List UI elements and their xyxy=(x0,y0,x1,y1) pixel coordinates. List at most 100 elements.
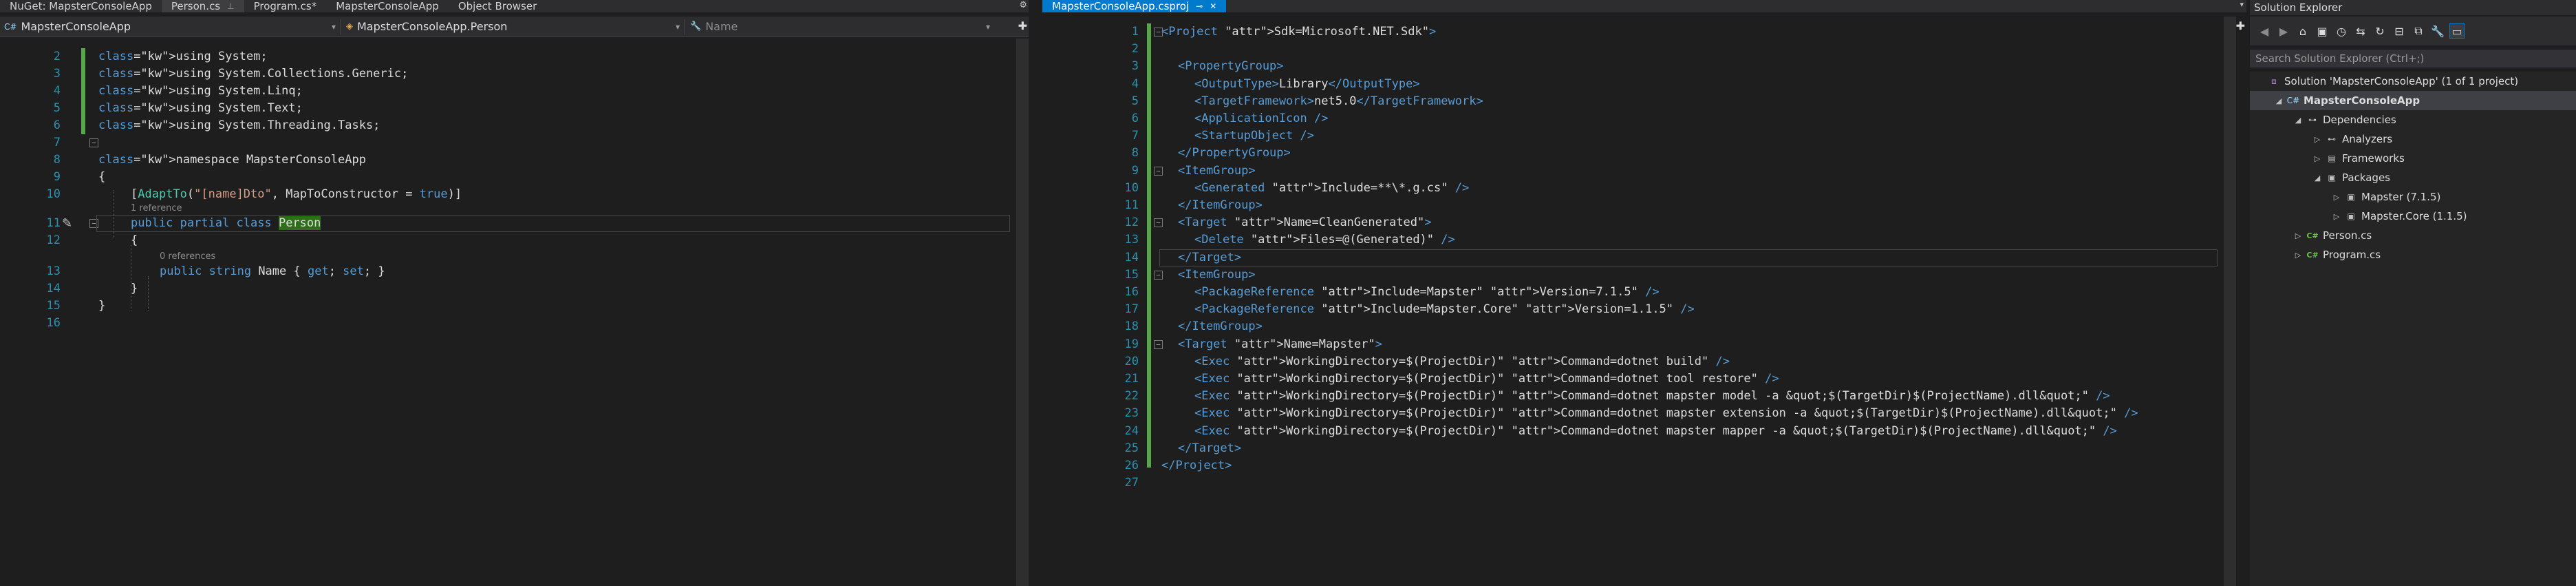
show-all-files-icon[interactable]: ⧉ xyxy=(2411,23,2426,39)
code-line[interactable]: 12 <Target "attr">Name=CleanGenerated"> xyxy=(1042,214,2220,231)
type-dropdown[interactable]: ◈ MapsterConsoleApp.Person ▾ xyxy=(341,19,685,34)
tab-person-cs[interactable]: Person.cs ⊥ xyxy=(161,0,244,12)
collapsed-arrow-icon[interactable]: ▷ xyxy=(2293,251,2304,260)
code-line[interactable]: 3 <PropertyGroup> xyxy=(1042,58,2220,75)
code-line[interactable]: 20 <Exec "attr">WorkingDirectory=$(Projec… xyxy=(1042,353,2220,370)
close-icon[interactable]: ✕ xyxy=(1210,1,1216,11)
code-line[interactable]: 2 class="kw">using System; xyxy=(0,48,1011,65)
code-line[interactable]: 9{ xyxy=(0,169,1011,186)
solution-explorer-search-input[interactable]: Search Solution Explorer (Ctrl+;) xyxy=(2250,50,2576,67)
code-line[interactable]: 5 class="kw">using System.Text; xyxy=(0,100,1011,117)
quick-actions-icon[interactable]: ✎ xyxy=(62,216,72,231)
csproj-editor-scrollbar[interactable] xyxy=(2224,17,2236,586)
tree-item[interactable]: ▷ C# Person.cs xyxy=(2293,226,2372,245)
tree-item[interactable]: ▷ ▣ Mapster (7.1.5) xyxy=(2331,187,2441,207)
tab-csproj[interactable]: MapsterConsoleApp.csproj ⊸ ✕ xyxy=(1042,0,1227,12)
code-line[interactable]: 1 <Project "attr">Sdk=Microsoft.NET.Sdk"> xyxy=(1042,23,2220,41)
code-line[interactable]: 3 class="kw">using System.Collections.Gen… xyxy=(0,65,1011,83)
code-line[interactable]: 11 </ItemGroup> xyxy=(1042,197,2220,214)
code-line[interactable]: 8 class="kw">namespace MapsterConsoleApp xyxy=(0,151,1011,169)
expanded-arrow-icon[interactable]: ◢ xyxy=(2293,116,2304,125)
code-line[interactable]: 16 xyxy=(0,315,1011,332)
code-line[interactable]: 24 <Exec "attr">WorkingDirectory=$(Projec… xyxy=(1042,423,2220,440)
tree-item[interactable]: ◢ C# MapsterConsoleApp xyxy=(2250,91,2576,110)
code-line[interactable]: 10 [AdaptTo("[name]Dto", MapToConstructor… xyxy=(0,186,1011,203)
member-dropdown[interactable]: 🔧 Name ▾ xyxy=(685,19,994,34)
code-line[interactable]: 9 <ItemGroup> xyxy=(1042,163,2220,180)
expanded-arrow-icon[interactable]: ◢ xyxy=(2273,96,2284,105)
tree-item[interactable]: ▷ ⊷ Analyzers xyxy=(2312,129,2392,149)
code-line[interactable]: 15 <ItemGroup> xyxy=(1042,266,2220,284)
code-line[interactable]: 7 <StartupObject /> xyxy=(1042,127,2220,145)
tab-mapsterconsoleapp[interactable]: MapsterConsoleApp xyxy=(326,0,449,12)
properties-icon[interactable]: 🔧 xyxy=(2430,23,2445,39)
code-line[interactable]: 13 public string Name { get; set; } xyxy=(0,263,1011,280)
code-line[interactable]: 5 <TargetFramework>net5.0</TargetFramewor… xyxy=(1042,93,2220,110)
split-icon[interactable]: ✚ xyxy=(1018,19,1027,32)
tree-item[interactable]: ◢ ⊶ Dependencies xyxy=(2293,110,2396,129)
code-line[interactable]: 2 xyxy=(1042,41,2220,58)
references-codelens[interactable]: 1 reference xyxy=(131,203,182,213)
project-dropdown[interactable]: C# MapsterConsoleApp ▾ xyxy=(0,19,341,34)
code-line[interactable]: 22 <Exec "attr">WorkingDirectory=$(Projec… xyxy=(1042,388,2220,405)
collapse-icon[interactable]: − xyxy=(1154,28,1163,36)
code-line[interactable]: 6 <ApplicationIcon /> xyxy=(1042,110,2220,127)
dropdown-icon[interactable]: ▾ xyxy=(2240,0,2244,9)
csproj-code-editor[interactable]: 1 <Project "attr">Sdk=Microsoft.NET.Sdk">… xyxy=(1042,17,2220,586)
tree-item[interactable]: ▷ ▣ Mapster.Core (1.1.5) xyxy=(2331,207,2467,226)
expanded-arrow-icon[interactable]: ◢ xyxy=(2312,174,2323,182)
code-line[interactable]: 19 <Target "attr">Name=Mapster"> xyxy=(1042,336,2220,353)
home-icon[interactable]: ⌂ xyxy=(2295,23,2310,39)
collapse-icon[interactable]: − xyxy=(1154,218,1163,228)
tab-object-browser[interactable]: Object Browser xyxy=(449,0,546,12)
collapsed-arrow-icon[interactable]: ▷ xyxy=(2331,193,2342,202)
code-line[interactable]: 27 xyxy=(1042,474,2220,492)
tab-nuget[interactable]: NuGet: MapsterConsoleApp xyxy=(0,0,162,12)
collapsed-arrow-icon[interactable]: ▷ xyxy=(2312,135,2323,144)
code-line[interactable]: 14} xyxy=(0,280,1011,297)
collapse-icon[interactable]: − xyxy=(1154,339,1163,349)
code-line[interactable]: 8 </PropertyGroup> xyxy=(1042,145,2220,162)
cs-editor-scrollbar[interactable] xyxy=(1016,39,1029,586)
code-line[interactable]: 18 </ItemGroup> xyxy=(1042,318,2220,335)
tree-item[interactable]: ⧈ Solution 'MapsterConsoleApp' (1 of 1 pr… xyxy=(2254,72,2518,91)
collapsed-arrow-icon[interactable]: ▷ xyxy=(2312,154,2323,163)
collapse-all-icon[interactable]: ⊟ xyxy=(2392,23,2407,39)
collapsed-arrow-icon[interactable]: ▷ xyxy=(2331,212,2342,221)
code-line[interactable]: 10 <Generated "attr">Include=**\*.g.cs" /… xyxy=(1042,180,2220,197)
code-line[interactable]: 16 <PackageReference "attr">Include=Mapst… xyxy=(1042,284,2220,301)
tree-item[interactable]: ▷ C# Program.cs xyxy=(2293,245,2381,264)
code-line[interactable]: 6 class="kw">using System.Threading.Tasks… xyxy=(0,117,1011,134)
code-line[interactable]: 13 <Delete "attr">Files=@(Generated)" /> xyxy=(1042,231,2220,249)
switch-views-icon[interactable]: ▣ xyxy=(2315,23,2330,39)
gear-icon[interactable]: ⚙ xyxy=(1019,0,1027,10)
code-line[interactable]: 21 <Exec "attr">WorkingDirectory=$(Projec… xyxy=(1042,370,2220,388)
collapse-icon[interactable]: − xyxy=(89,138,98,147)
collapse-icon[interactable]: − xyxy=(1154,166,1163,176)
sync-icon[interactable]: ⇆ xyxy=(2353,23,2368,39)
preview-selected-icon[interactable]: ▭ xyxy=(2449,23,2465,39)
references-codelens[interactable]: 0 references xyxy=(160,251,215,262)
pending-changes-filter-icon[interactable]: ◷ xyxy=(2334,23,2349,39)
cs-code-editor[interactable]: 2 class="kw">using System; 3 class="kw">usi… xyxy=(0,39,1011,586)
forward-icon[interactable]: ▶ xyxy=(2276,23,2291,39)
split-icon[interactable]: ✚ xyxy=(2236,19,2245,32)
tree-item[interactable]: ◢ ▣ Packages xyxy=(2312,168,2390,187)
collapse-icon[interactable]: − xyxy=(1154,270,1163,280)
code-line[interactable]: 12 { xyxy=(0,232,1011,249)
tree-item[interactable]: ▷ ▤ Frameworks xyxy=(2312,149,2405,168)
code-line[interactable]: 4 <OutputType>Library</OutputType> xyxy=(1042,76,2220,93)
refresh-icon[interactable]: ↻ xyxy=(2372,23,2387,39)
tab-program-cs[interactable]: Program.cs* xyxy=(244,0,327,12)
code-line[interactable]: 23 <Exec "attr">WorkingDirectory=$(Projec… xyxy=(1042,405,2220,422)
code-line[interactable]: 17 <PackageReference "attr">Include=Mapst… xyxy=(1042,301,2220,318)
back-icon[interactable]: ◀ xyxy=(2257,23,2272,39)
collapsed-arrow-icon[interactable]: ▷ xyxy=(2293,231,2304,240)
pin-icon[interactable]: ⊸ xyxy=(1196,1,1203,11)
code-line[interactable]: 25 </Target> xyxy=(1042,440,2220,457)
pin-icon[interactable]: ⊥ xyxy=(227,1,234,11)
code-line[interactable]: 4 class="kw">using System.Linq; xyxy=(0,83,1011,100)
code-line[interactable]: 15} xyxy=(0,297,1011,315)
code-line[interactable]: 26 </Project> xyxy=(1042,457,2220,474)
code-line[interactable]: 7 xyxy=(0,134,1011,151)
